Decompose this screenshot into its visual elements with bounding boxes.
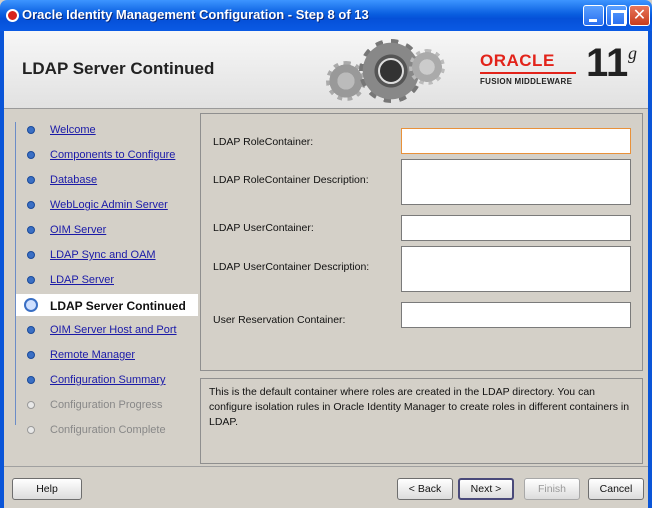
nav-item-label[interactable]: Components to Configure — [50, 149, 175, 161]
nav-item-label[interactable]: Database — [50, 174, 97, 186]
step-done-icon — [27, 251, 35, 259]
step-done-icon — [27, 201, 35, 209]
step-current-icon — [24, 298, 38, 312]
user-container-description-input[interactable] — [401, 246, 631, 292]
window-title: Oracle Identity Management Configuration… — [22, 7, 369, 22]
bottom-separator — [4, 466, 648, 467]
step-todo-icon — [27, 326, 35, 334]
nav-item-label[interactable]: Welcome — [50, 124, 96, 136]
page-title: LDAP Server Continued — [22, 59, 215, 78]
nav-item-label: Configuration Progress — [50, 399, 163, 411]
title-bar[interactable]: Oracle Identity Management Configuration… — [0, 0, 652, 31]
step-done-icon — [27, 276, 35, 284]
nav-item-configuration-complete: Configuration Complete — [16, 419, 198, 441]
step-done-icon — [27, 226, 35, 234]
version-suffix: g — [628, 43, 637, 63]
step-navigation: Welcome Components to Configure Database… — [16, 113, 198, 438]
nav-item-oim-server[interactable]: OIM Server — [16, 219, 198, 241]
version-number: 11 — [586, 41, 629, 85]
step-done-icon — [27, 176, 35, 184]
back-button[interactable]: < Back — [397, 478, 453, 500]
nav-item-ldap-server[interactable]: LDAP Server — [16, 269, 198, 291]
minimize-button[interactable] — [583, 5, 604, 26]
close-icon: ✕ — [632, 5, 647, 24]
nav-item-ldap-sync[interactable]: LDAP Sync and OAM — [16, 244, 198, 266]
maximize-button[interactable] — [606, 5, 627, 26]
step-todo-icon — [27, 376, 35, 384]
help-button[interactable]: Help — [12, 478, 82, 500]
header-banner: LDAP Server Continued ORACLE FUSION MIDD… — [4, 31, 648, 109]
user-container-label: LDAP UserContainer: — [213, 222, 314, 234]
finish-button: Finish — [524, 478, 580, 500]
nav-item-label[interactable]: Configuration Summary — [50, 374, 166, 386]
nav-item-oim-host-port[interactable]: OIM Server Host and Port — [16, 319, 198, 341]
fusion-middleware-logo: FUSION MIDDLEWARE — [480, 77, 573, 86]
role-container-description-label: LDAP RoleContainer Description: — [213, 174, 369, 186]
step-done-icon — [27, 126, 35, 134]
help-text-panel: This is the default container where role… — [200, 378, 643, 464]
nav-item-label[interactable]: LDAP Server — [50, 274, 114, 286]
nav-item-label: Configuration Complete — [50, 424, 166, 436]
nav-item-label[interactable]: OIM Server — [50, 224, 106, 236]
close-button[interactable]: ✕ — [629, 5, 650, 26]
nav-item-label: LDAP Server Continued — [50, 299, 186, 313]
gear-icon — [409, 49, 445, 85]
user-container-description-label: LDAP UserContainer Description: — [213, 261, 370, 273]
next-button[interactable]: Next > — [458, 478, 514, 500]
nav-item-label[interactable]: LDAP Sync and OAM — [50, 249, 156, 261]
help-text: This is the default container where role… — [209, 386, 630, 428]
nav-item-configuration-summary[interactable]: Configuration Summary — [16, 369, 198, 391]
user-container-input[interactable] — [401, 215, 631, 241]
nav-item-database[interactable]: Database — [16, 169, 198, 191]
step-todo-icon — [27, 351, 35, 359]
user-reservation-container-label: User Reservation Container: — [213, 314, 346, 326]
nav-item-welcome[interactable]: Welcome — [16, 119, 198, 141]
role-container-input[interactable] — [401, 128, 631, 154]
nav-item-configuration-progress: Configuration Progress — [16, 394, 198, 416]
role-container-description-input[interactable] — [401, 159, 631, 205]
oracle-app-icon — [6, 9, 19, 22]
nav-item-weblogic-admin[interactable]: WebLogic Admin Server — [16, 194, 198, 216]
nav-item-label[interactable]: Remote Manager — [50, 349, 135, 361]
user-reservation-container-input[interactable] — [401, 302, 631, 328]
step-done-icon — [27, 151, 35, 159]
nav-item-label[interactable]: WebLogic Admin Server — [50, 199, 168, 211]
step-inactive-icon — [27, 401, 35, 409]
nav-item-components[interactable]: Components to Configure — [16, 144, 198, 166]
window-frame-right — [648, 31, 652, 508]
step-inactive-icon — [27, 426, 35, 434]
identity-icon — [378, 58, 404, 84]
nav-item-label[interactable]: OIM Server Host and Port — [50, 324, 177, 336]
role-container-label: LDAP RoleContainer: — [213, 136, 314, 148]
form-panel: LDAP RoleContainer: LDAP RoleContainer D… — [200, 113, 643, 371]
cancel-button[interactable]: Cancel — [588, 478, 644, 500]
nav-item-remote-manager[interactable]: Remote Manager — [16, 344, 198, 366]
nav-item-ldap-server-continued[interactable]: LDAP Server Continued — [16, 294, 198, 316]
oracle-logo: ORACLE — [480, 51, 555, 70]
logo-rule — [480, 72, 576, 74]
